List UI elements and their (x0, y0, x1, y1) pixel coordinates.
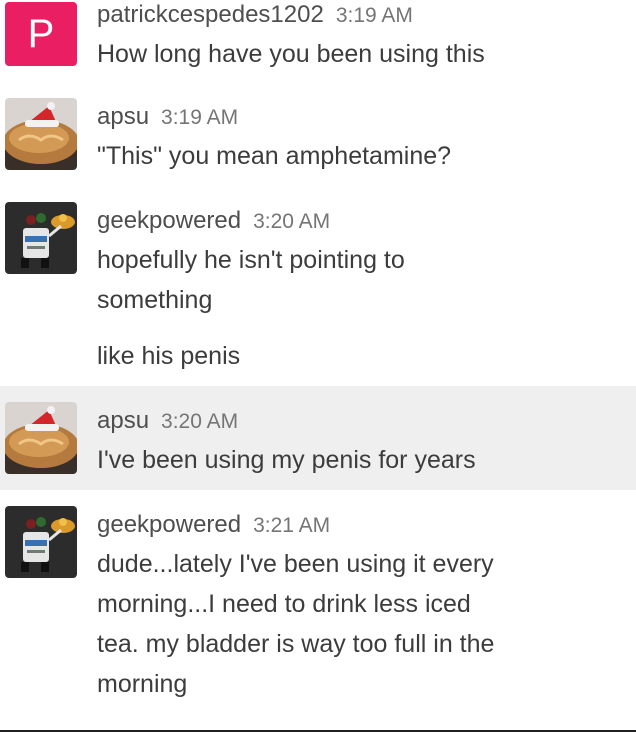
message-text: "This" you mean amphetamine? (97, 142, 452, 170)
avatar[interactable] (5, 202, 77, 274)
username[interactable]: patrickcespedes1202 (97, 1, 324, 28)
message-item[interactable]: apsu 3:19 AM "This" you mean amphetamine? (0, 82, 636, 186)
followup-message-text: like his penis (97, 342, 241, 370)
timestamp: 3:19 AM (335, 4, 413, 27)
message-text: morning (97, 670, 188, 698)
robot-avatar-icon (5, 506, 77, 578)
avatar[interactable]: P (5, 2, 77, 66)
timestamp: 3:21 AM (253, 514, 331, 537)
message-text: something (97, 286, 213, 314)
bread-santa-hat-avatar-icon (5, 402, 77, 474)
avatar-letter: P (27, 12, 55, 56)
chat-message-list: P patrickcespedes1202 3:19 AM How long ha… (0, 0, 636, 732)
avatar[interactable] (5, 98, 77, 170)
message-text: dude...lately I've been using it every (97, 550, 494, 578)
message-item[interactable]: geekpowered 3:21 AM dude...lately I've be… (0, 490, 636, 730)
timestamp: 3:20 AM (161, 410, 239, 433)
avatar[interactable] (5, 506, 77, 578)
message-text: How long have you been using this (97, 40, 485, 68)
message-text: morning...I need to drink less iced (97, 590, 471, 618)
bread-santa-hat-avatar-icon (5, 98, 77, 170)
message-item-highlighted[interactable]: apsu 3:20 AM I've been using my penis for… (0, 386, 636, 490)
username[interactable]: apsu (97, 407, 149, 434)
message-text: hopefully he isn't pointing to (97, 246, 405, 274)
message-item[interactable]: geekpowered 3:20 AM hopefully he isn't po… (0, 186, 636, 386)
timestamp: 3:19 AM (161, 106, 239, 129)
username[interactable]: geekpowered (97, 511, 241, 538)
username[interactable]: geekpowered (97, 207, 241, 234)
message-text: I've been using my penis for years (97, 446, 476, 474)
username[interactable]: apsu (97, 103, 149, 130)
robot-avatar-icon (5, 202, 77, 274)
message-item[interactable]: P patrickcespedes1202 3:19 AM How long ha… (0, 0, 636, 82)
message-text: tea. my bladder is way too full in the (97, 630, 495, 658)
avatar[interactable] (5, 402, 77, 474)
timestamp: 3:20 AM (253, 210, 331, 233)
